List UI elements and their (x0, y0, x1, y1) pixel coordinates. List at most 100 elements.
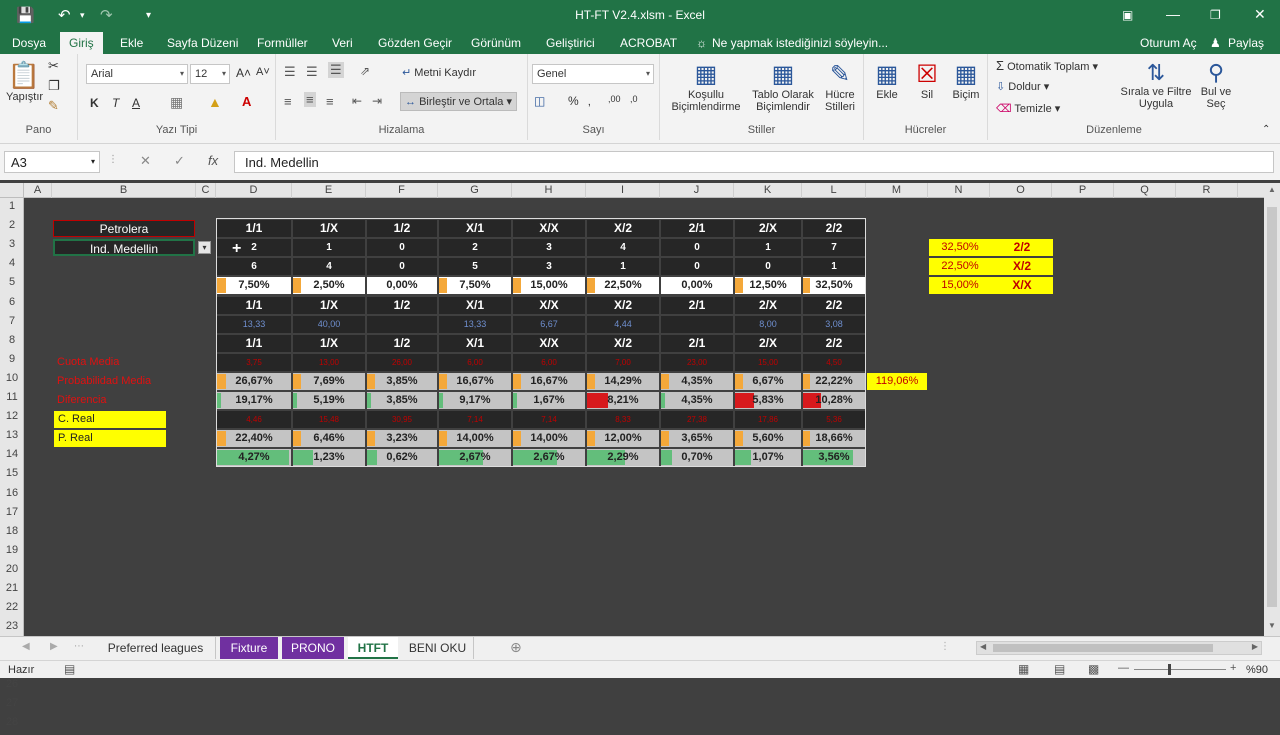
side-label-cell[interactable]: Probabilidad Media (53, 373, 163, 390)
outcome-header-cell[interactable]: 2/1 (661, 334, 733, 352)
row-header-14[interactable]: 14 (0, 448, 24, 467)
cell-styles-button[interactable]: ✎ Hücre Stilleri (820, 60, 860, 113)
currency-icon[interactable]: ◫ (534, 94, 545, 108)
percent-cell[interactable]: 22,50% (587, 277, 659, 295)
wrap-text-button[interactable]: ↵ Metni Kaydır (402, 66, 476, 79)
collapse-ribbon-icon[interactable]: ⌃ (1262, 124, 1270, 135)
restore-icon[interactable]: ❐ (1210, 8, 1221, 22)
scroll-up-icon[interactable]: ▲ (1268, 185, 1276, 194)
row-header-18[interactable]: 18 (0, 525, 24, 544)
real-prob-cell[interactable]: 6,46% (293, 430, 365, 448)
tab-dosya[interactable]: Dosya (12, 36, 46, 50)
real-label-cell[interactable]: P. Real (54, 430, 166, 448)
zoom-in-icon[interactable]: + (1230, 662, 1236, 674)
count-cell[interactable]: 5 (439, 258, 511, 276)
row-header-2[interactable]: 2 (0, 219, 24, 238)
find-select-button[interactable]: ⚲ Bul ve Seç (1196, 60, 1236, 110)
row-header-6[interactable]: 6 (0, 296, 24, 315)
ribbon-display-icon[interactable]: ▣ (1122, 8, 1133, 22)
top-prob-cell[interactable]: 32,50% (929, 239, 991, 257)
column-header-r[interactable]: R (1176, 183, 1238, 198)
next-sheet-icon[interactable]: ▶ (50, 641, 58, 652)
real-diff-cell[interactable]: 1,07% (735, 449, 801, 467)
outcome-header-cell[interactable]: X/2 (587, 296, 659, 314)
number-format-combo[interactable]: Genel ▾ (532, 64, 654, 84)
outcome-header-cell[interactable]: X/1 (439, 334, 511, 352)
align-bottom-icon[interactable]: ☰ (328, 62, 344, 78)
real-diff-cell[interactable]: 0,62% (367, 449, 437, 467)
real-prob-cell[interactable]: 3,23% (367, 430, 437, 448)
top-result-cell[interactable]: X/2 (991, 258, 1053, 276)
outcome-header-cell[interactable]: 1/X (293, 334, 365, 352)
avg-prob-cell[interactable]: 6,67% (735, 372, 801, 390)
real-odds-cell[interactable]: 5,36 (803, 411, 865, 429)
grow-font-icon[interactable]: A˄ (236, 66, 251, 80)
outcome-header-cell[interactable]: X/2 (587, 334, 659, 352)
difference-cell[interactable]: 5,19% (293, 392, 365, 409)
count-cell[interactable]: 0 (661, 239, 733, 257)
cut-icon[interactable]: ✂ (48, 58, 59, 74)
row-header-17[interactable]: 17 (0, 506, 24, 525)
real-diff-cell[interactable]: 2,67% (439, 449, 511, 467)
difference-cell[interactable]: 8,21% (587, 392, 659, 409)
row-header-13[interactable]: 13 (0, 429, 24, 448)
sheet-tab-fixture[interactable]: Fixture (220, 637, 278, 659)
orientation-icon[interactable]: ⇗ (360, 64, 370, 78)
side-label-cell[interactable]: Cuota Media (53, 354, 163, 371)
column-header-i[interactable]: I (586, 183, 660, 198)
font-size-combo[interactable]: 12 ▾ (190, 64, 230, 84)
real-label-cell[interactable]: C. Real (54, 411, 166, 429)
difference-cell[interactable]: 10,28% (803, 392, 865, 409)
difference-cell[interactable]: 1,67% (513, 392, 585, 409)
avg-prob-cell[interactable]: 26,67% (217, 372, 291, 390)
real-diff-cell[interactable]: 2,29% (587, 449, 659, 467)
outcome-header-cell[interactable]: X/2 (587, 220, 659, 238)
odds-cell[interactable]: 4,44 (587, 315, 659, 333)
top-result-cell[interactable]: X/X (991, 277, 1053, 295)
difference-cell[interactable]: 3,85% (367, 392, 437, 409)
sheet-tab-beni-oku[interactable]: BENI OKU (402, 637, 474, 659)
enter-icon[interactable]: ✓ (174, 153, 185, 169)
total-prob-cell[interactable]: 119,06% (867, 372, 927, 390)
avg-prob-cell[interactable]: 16,67% (439, 372, 511, 390)
column-header-q[interactable]: Q (1114, 183, 1176, 198)
difference-cell[interactable]: 5,83% (735, 392, 801, 409)
outcome-header-cell[interactable]: X/X (513, 296, 585, 314)
scroll-thumb[interactable] (1267, 207, 1277, 607)
real-prob-cell[interactable]: 18,66% (803, 430, 865, 448)
avg-odds-cell[interactable]: 26,00 (367, 353, 437, 371)
scroll-right-icon[interactable]: ▶ (1252, 642, 1258, 651)
delete-cells-button[interactable]: ☒ Sil (910, 60, 944, 101)
row-header-22[interactable]: 22 (0, 601, 24, 620)
outcome-header-cell[interactable]: 2/1 (661, 220, 733, 238)
difference-cell[interactable]: 9,17% (439, 392, 511, 409)
scroll-down-icon[interactable]: ▼ (1268, 621, 1276, 630)
percent-cell[interactable]: 12,50% (735, 277, 801, 295)
count-cell[interactable]: 0 (367, 239, 437, 257)
percent-cell[interactable]: 7,50% (217, 277, 291, 295)
copy-icon[interactable]: ❐ (48, 78, 60, 94)
odds-cell[interactable]: 3,08 (803, 315, 865, 333)
real-prob-cell[interactable]: 12,00% (587, 430, 659, 448)
sheet-grid[interactable]: Petrolera Ind. Medellin ▾ Cuota Media Probab… (24, 198, 1264, 636)
tab-gozden-gecir[interactable]: Gözden Geçir (378, 36, 452, 50)
count-cell[interactable]: 6 (217, 258, 291, 276)
tab-gorunum[interactable]: Görünüm (471, 36, 521, 50)
share-button[interactable]: Paylaş (1228, 36, 1264, 50)
autosum-button[interactable]: Σ Otomatik Toplam ▾ (996, 58, 1098, 73)
row-header-12[interactable]: 12 (0, 410, 24, 429)
sign-in-link[interactable]: Oturum Aç (1140, 36, 1197, 50)
column-header-j[interactable]: J (660, 183, 734, 198)
row-header-20[interactable]: 20 (0, 563, 24, 582)
outcome-header-cell[interactable]: 2/X (735, 334, 801, 352)
count-cell[interactable]: 1 (735, 239, 801, 257)
percent-icon[interactable]: % (568, 94, 579, 108)
clear-button[interactable]: ⌫ Temizle ▾ (996, 102, 1060, 115)
decrease-indent-icon[interactable]: ⇤ (352, 94, 362, 108)
tell-me-search[interactable]: Ne yapmak istediğinizi söyleyin... (712, 36, 888, 50)
home-team-cell[interactable]: Petrolera (53, 220, 195, 238)
tab-veri[interactable]: Veri (332, 36, 353, 50)
sheet-tab-htft[interactable]: HTFT (348, 637, 398, 659)
odds-cell[interactable] (367, 315, 437, 333)
column-header-a[interactable]: A (24, 183, 52, 198)
